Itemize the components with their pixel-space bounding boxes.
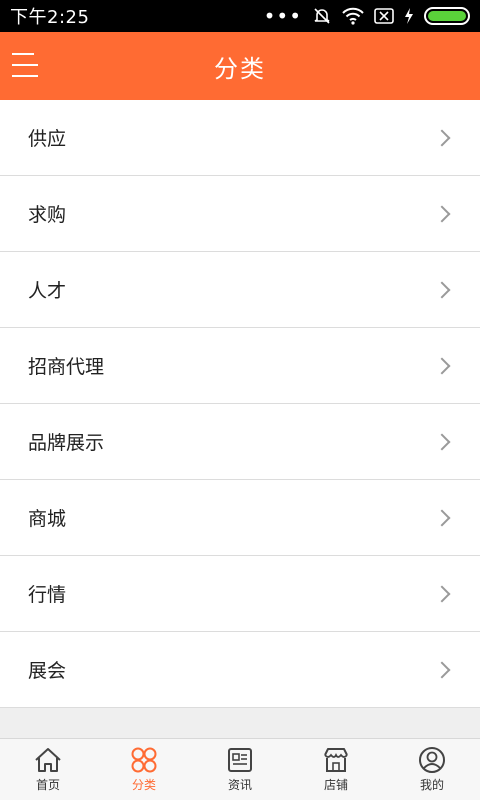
list-item-label: 展会 xyxy=(28,660,67,682)
chevron-right-icon xyxy=(433,585,451,602)
tab-label: 我的 xyxy=(419,778,444,792)
category-list: 供应 求购 人才 招商代理 品牌展示 商城 行情 展会 xyxy=(0,100,480,708)
list-item-label: 招商代理 xyxy=(28,356,105,378)
list-item-exhibition[interactable]: 展会 xyxy=(0,632,480,708)
list-item-label: 商城 xyxy=(28,508,67,530)
tab-category[interactable]: 分类 xyxy=(96,739,192,800)
list-item-brand[interactable]: 品牌展示 xyxy=(0,404,480,480)
chevron-right-icon xyxy=(433,129,451,146)
list-item-label: 行情 xyxy=(28,584,67,606)
battery-icon xyxy=(424,7,470,25)
home-icon xyxy=(35,748,61,772)
menu-icon[interactable] xyxy=(12,50,42,80)
tab-news[interactable]: 资讯 xyxy=(192,739,288,800)
store-icon xyxy=(324,748,348,772)
status-bar: 下午2:25 ••• xyxy=(0,0,480,32)
user-icon xyxy=(419,747,445,773)
mute-icon xyxy=(312,6,332,26)
page-title: 分类 xyxy=(214,54,266,83)
list-item-talent[interactable]: 人才 xyxy=(0,252,480,328)
tab-label: 首页 xyxy=(35,778,60,792)
more-dots-icon: ••• xyxy=(263,4,302,28)
chevron-right-icon xyxy=(433,281,451,298)
list-item-supply[interactable]: 供应 xyxy=(0,100,480,176)
list-item-purchase[interactable]: 求购 xyxy=(0,176,480,252)
list-item-label: 品牌展示 xyxy=(28,432,105,454)
status-icons: ••• xyxy=(264,6,470,26)
tab-mine[interactable]: 我的 xyxy=(384,739,480,800)
tab-store[interactable]: 店铺 xyxy=(288,739,384,800)
tab-home[interactable]: 首页 xyxy=(0,739,96,800)
tab-label: 店铺 xyxy=(323,778,348,792)
sim-off-icon xyxy=(374,8,394,24)
category-icon xyxy=(131,747,157,773)
list-item-mall[interactable]: 商城 xyxy=(0,480,480,556)
list-item-franchise[interactable]: 招商代理 xyxy=(0,328,480,404)
chevron-right-icon xyxy=(433,357,451,374)
list-item-label: 求购 xyxy=(28,204,67,226)
list-item-label: 人才 xyxy=(28,280,67,302)
news-icon xyxy=(228,748,252,772)
chevron-right-icon xyxy=(433,433,451,450)
app-header: 分类 xyxy=(0,32,480,100)
charging-icon xyxy=(404,8,414,24)
list-item-market[interactable]: 行情 xyxy=(0,556,480,632)
chevron-right-icon xyxy=(433,509,451,526)
wifi-icon xyxy=(342,7,364,25)
chevron-right-icon xyxy=(433,661,451,678)
tab-label: 资讯 xyxy=(227,778,252,792)
chevron-right-icon xyxy=(433,205,451,222)
status-time: 下午2:25 xyxy=(10,7,90,28)
tab-label: 分类 xyxy=(131,778,156,792)
list-item-label: 供应 xyxy=(28,128,67,150)
bottom-tab-bar: 首页 分类 资讯 店铺 我的 xyxy=(0,738,480,800)
